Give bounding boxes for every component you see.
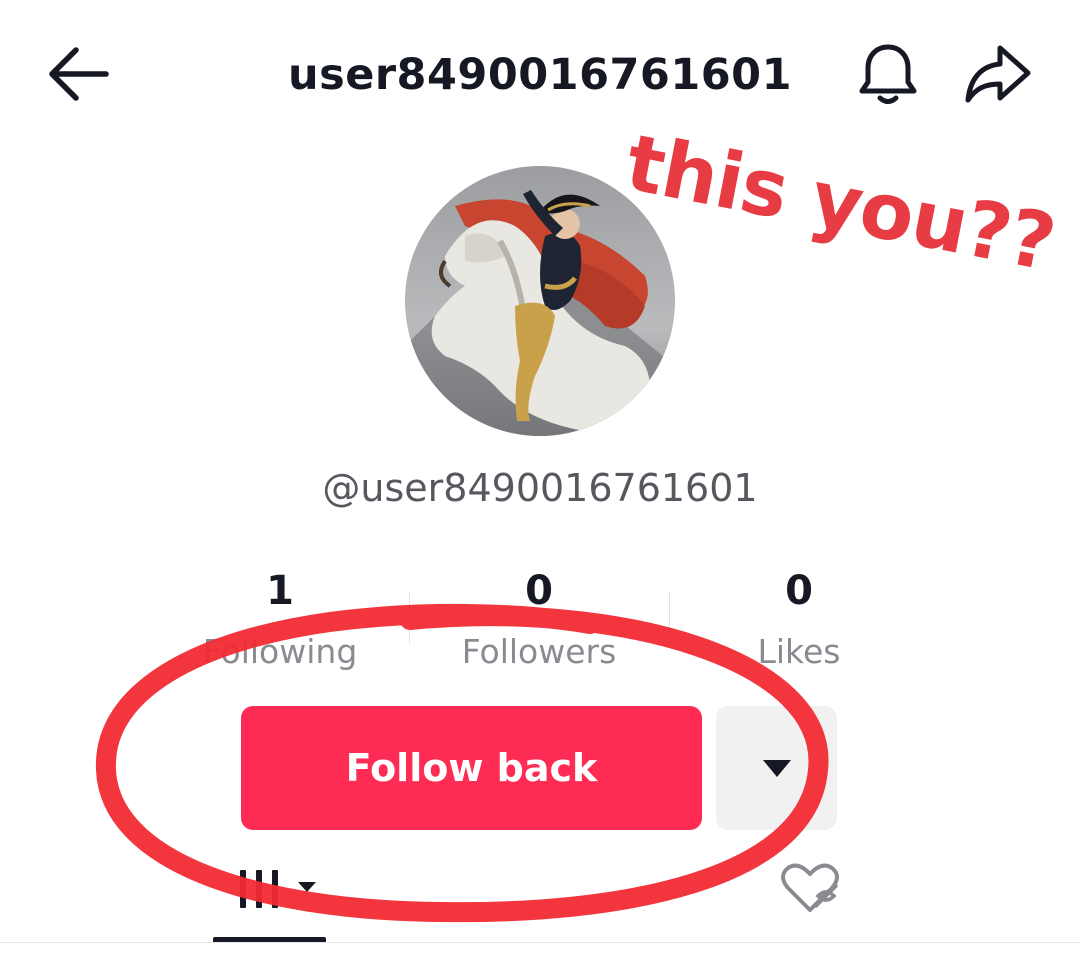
follow-back-button[interactable]: Follow back: [241, 706, 702, 830]
followers-label[interactable]: Followers: [409, 626, 669, 676]
likes-count: 0: [785, 568, 813, 614]
followers-count[interactable]: 0: [409, 566, 669, 616]
following-label[interactable]: Following: [150, 626, 410, 676]
tab-bar-divider: [0, 942, 1080, 943]
share-arrow-icon[interactable]: [962, 40, 1034, 108]
arrow-left-icon[interactable]: [44, 40, 116, 108]
suggested-accounts-button[interactable]: [716, 706, 837, 830]
caret-down-icon: [762, 760, 791, 777]
likes-label: Likes: [757, 631, 841, 671]
profile-handle: @user8490016761601: [322, 466, 758, 510]
grid-bars-icon: [240, 870, 316, 908]
hidden-heart-icon[interactable]: [776, 858, 844, 918]
annotation-text: this you??: [618, 118, 1062, 290]
tab-videos[interactable]: [212, 856, 328, 944]
bell-icon[interactable]: [852, 38, 924, 110]
header-title: user8490016761601: [287, 50, 793, 100]
following-count[interactable]: 1: [150, 566, 410, 616]
